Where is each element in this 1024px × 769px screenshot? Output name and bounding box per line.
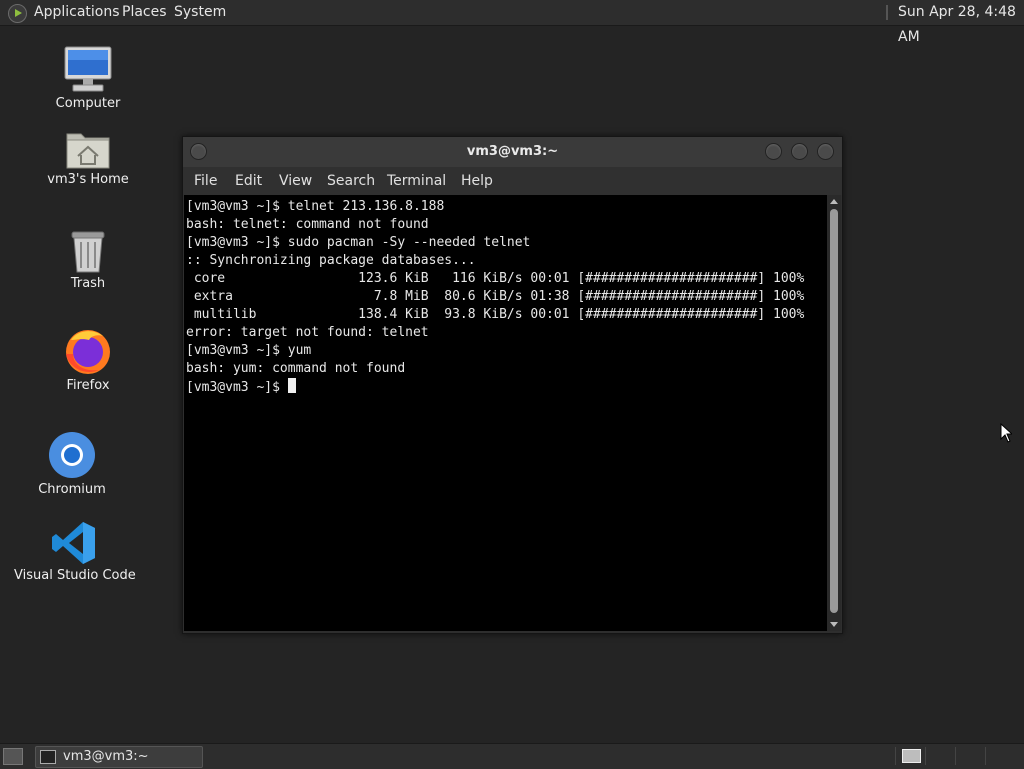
scrollbar-thumb[interactable] [830, 209, 838, 613]
workspace-preview [902, 749, 921, 763]
menu-search[interactable]: Search [327, 173, 375, 189]
terminal-line: :: Synchronizing package databases... [186, 253, 476, 268]
desktop-icon-label: Chromium [38, 482, 106, 497]
terminal-line: core 123.6 KiB 116 KiB/s 00:01 [########… [186, 271, 805, 286]
desktop-icon-chromium[interactable]: Chromium [32, 430, 112, 497]
terminal-line: error: target not found: telnet [186, 325, 429, 340]
desktop-icon-computer[interactable]: Computer [48, 46, 128, 111]
desktop-icon-trash[interactable]: Trash [48, 228, 128, 291]
workspace-1[interactable] [895, 747, 925, 765]
menu-places[interactable]: Places [122, 0, 167, 25]
workspace-4[interactable] [985, 747, 1015, 765]
terminal-window: vm3@vm3:~ File Edit View Search Terminal… [182, 136, 843, 634]
menu-logo-icon[interactable] [8, 4, 27, 23]
menu-applications[interactable]: Applications [34, 0, 120, 25]
workspace-3[interactable] [955, 747, 985, 765]
terminal-line: [vm3@vm3 ~]$ yum [186, 343, 312, 358]
computer-icon [64, 46, 112, 92]
chromium-icon [49, 432, 95, 478]
terminal-line: extra 7.8 MiB 80.6 KiB/s 01:38 [########… [186, 289, 805, 304]
terminal-output[interactable]: [vm3@vm3 ~]$ telnet 213.136.8.188 bash: … [184, 195, 827, 631]
terminal-line: [vm3@vm3 ~]$ sudo pacman -Sy --needed te… [186, 235, 531, 250]
clock[interactable]: Sun Apr 28, 4:48 AM [898, 0, 1024, 45]
desktop-icon-firefox[interactable]: Firefox [48, 326, 128, 393]
desktop-icon-home[interactable]: vm3's Home [45, 128, 131, 187]
terminal-scrollbar[interactable] [827, 195, 841, 631]
text-cursor [287, 378, 296, 393]
panel-separator [886, 5, 888, 20]
terminal-prompt-line[interactable]: [vm3@vm3 ~]$ [186, 378, 296, 396]
menu-system[interactable]: System [174, 0, 226, 25]
close-button[interactable] [817, 143, 834, 160]
scroll-down-arrow-icon[interactable] [830, 622, 838, 627]
terminal-line: multilib 138.4 KiB 93.8 KiB/s 00:01 [###… [186, 307, 805, 322]
firefox-icon [66, 330, 110, 374]
maximize-button[interactable] [791, 143, 808, 160]
taskbar-button-label: vm3@vm3:~ [63, 749, 149, 764]
minimize-button[interactable] [765, 143, 782, 160]
desktop-icon-label: Visual Studio Code [14, 568, 136, 583]
vscode-icon [52, 522, 95, 564]
desktop-icon-label: Computer [55, 96, 121, 111]
bottom-panel: vm3@vm3:~ [0, 743, 1024, 769]
menu-help[interactable]: Help [461, 173, 493, 189]
taskbar-button-terminal[interactable]: vm3@vm3:~ [35, 746, 203, 768]
trash-icon [71, 231, 105, 273]
desktop-icon-label: Trash [70, 276, 106, 291]
menu-terminal[interactable]: Terminal [387, 173, 446, 189]
menu-edit[interactable]: Edit [235, 173, 262, 189]
home-folder-icon [66, 133, 110, 169]
desktop-icon-label: Firefox [66, 378, 110, 393]
scroll-up-arrow-icon[interactable] [830, 199, 838, 204]
top-panel: Applications Places System Sun Apr 28, 4… [0, 0, 1024, 45]
menu-view[interactable]: View [279, 173, 312, 189]
workspace-2[interactable] [925, 747, 955, 765]
menu-file[interactable]: File [194, 173, 217, 189]
window-titlebar[interactable]: vm3@vm3:~ [183, 137, 842, 167]
terminal-line: bash: yum: command not found [186, 361, 406, 376]
desktop-icon-label: vm3's Home [47, 172, 129, 187]
desktop-icon-vscode[interactable]: Visual Studio Code [14, 520, 136, 583]
terminal-line: [vm3@vm3 ~]$ telnet 213.136.8.188 [186, 199, 445, 214]
window-title: vm3@vm3:~ [466, 144, 559, 159]
mouse-pointer-icon [1000, 423, 1012, 443]
terminal-line: bash: telnet: command not found [186, 217, 429, 232]
terminal-menubar: File Edit View Search Terminal Help [183, 167, 842, 195]
window-menu-button[interactable] [190, 143, 207, 160]
show-desktop-icon[interactable] [3, 748, 23, 765]
terminal-prompt: [vm3@vm3 ~]$ [186, 380, 288, 395]
terminal-icon [40, 750, 56, 764]
